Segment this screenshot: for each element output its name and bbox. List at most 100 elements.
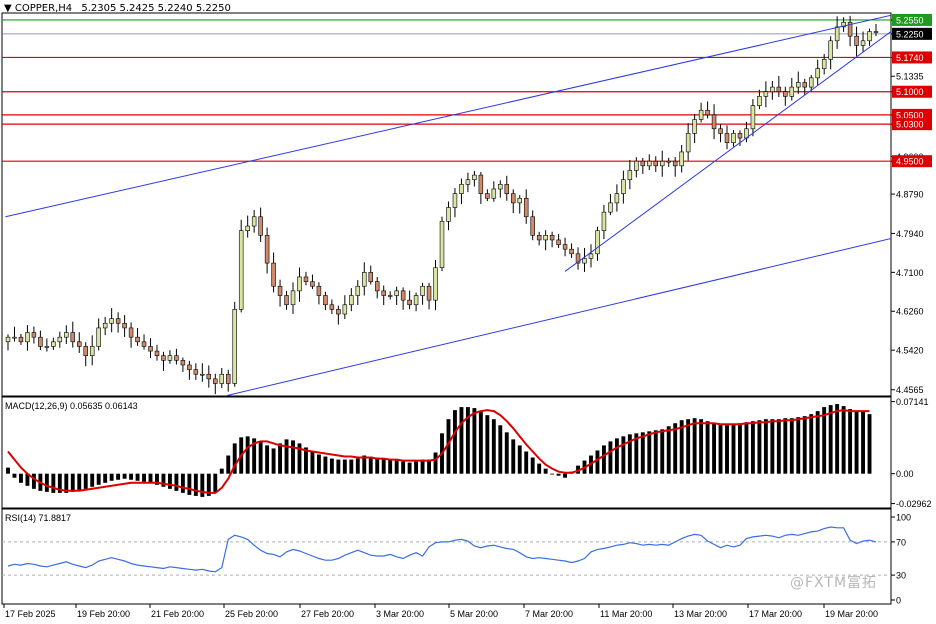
price-candle (310, 281, 315, 287)
price-candle (627, 170, 633, 181)
rsi-axis-label: 30 (896, 571, 906, 581)
price-candle (498, 184, 503, 190)
price-candle (523, 197, 529, 218)
price-candle (601, 211, 607, 231)
price-candle (685, 133, 691, 153)
macd-histogram-bar (867, 414, 872, 474)
level-tag-label: 4.9500 (896, 157, 924, 167)
price-candle (692, 119, 697, 134)
time-axis-label: 7 Mar 20:00 (525, 609, 573, 619)
rsi-label: RSI(14) 71.8817 (5, 513, 71, 523)
macd-histogram-bar (129, 473, 134, 480)
macd-histogram-bar (375, 457, 380, 474)
rsi-pane (1, 508, 892, 605)
macd-histogram-bar (517, 445, 522, 474)
price-candle (828, 40, 833, 60)
price-candle (297, 276, 302, 292)
price-axis-label: 4.4565 (896, 385, 924, 395)
price-candle (718, 128, 723, 134)
macd-histogram-bar (219, 468, 224, 474)
price-candle (174, 355, 179, 361)
price-candle (264, 234, 270, 264)
price-candle (789, 86, 795, 97)
price-candle (413, 295, 419, 306)
macd-histogram-bar (563, 473, 568, 478)
macd-histogram-bar (135, 473, 140, 481)
macd-histogram-bar (245, 436, 250, 474)
macd-histogram-bar (420, 459, 425, 474)
trendline (5, 14, 892, 218)
trendline (564, 31, 892, 272)
macd-histogram-bar (673, 423, 678, 474)
price-candle (653, 160, 659, 167)
price-candle (167, 355, 173, 361)
time-axis-label: 21 Feb 20:00 (151, 609, 204, 619)
price-candle (141, 341, 147, 347)
ohlc-readout: 5.2305 5.2425 5.2240 5.2250 (81, 3, 231, 14)
price-candle (634, 160, 639, 171)
chart-title-bar[interactable]: ▼ COPPER,H4 5.2305 5.2425 5.2240 5.2250 (4, 3, 231, 14)
price-candle (394, 290, 399, 296)
price-candle (711, 114, 717, 130)
macd-histogram-bar (478, 411, 483, 474)
price-candle (12, 336, 17, 339)
price-candle (277, 285, 283, 296)
macd-histogram-bar (459, 407, 464, 474)
macd-histogram-bar (530, 457, 535, 474)
price-candle (511, 193, 516, 204)
price-candle (854, 35, 859, 46)
macd-histogram-bar (167, 473, 172, 489)
macd-histogram-bar (342, 459, 347, 474)
macd-histogram-bar (705, 421, 710, 474)
price-candle (867, 31, 872, 42)
price-candle (245, 225, 250, 231)
macd-histogram-bar (854, 411, 859, 474)
price-candle (206, 373, 212, 380)
price-candle (102, 322, 108, 329)
macd-histogram-bar (485, 415, 490, 474)
price-candle (122, 322, 127, 329)
macd-histogram-bar (809, 414, 814, 474)
macd-histogram-bar (51, 473, 56, 493)
macd-histogram-bar (660, 429, 665, 474)
macd-histogram-bar (835, 404, 840, 474)
menu-arrow-icon[interactable]: ▼ (4, 3, 12, 14)
price-candle (536, 234, 542, 241)
price-candle (776, 86, 782, 93)
macd-histogram-bar (640, 432, 645, 474)
price-candle (303, 276, 309, 282)
price-candle (517, 197, 522, 204)
price-candle (25, 332, 30, 343)
macd-histogram-bar (265, 445, 270, 474)
price-candle (51, 341, 56, 347)
price-candle (679, 151, 684, 167)
price-candle (485, 193, 490, 199)
price-candle (38, 336, 43, 347)
macd-histogram-bar (148, 473, 153, 483)
macd-histogram-bar (789, 418, 794, 474)
macd-histogram-bar (828, 405, 833, 474)
price-candle (614, 193, 620, 204)
macd-histogram-bar (323, 456, 328, 474)
price-candle (433, 267, 438, 301)
price-candle (148, 346, 153, 352)
price-candle (750, 105, 756, 130)
macd-histogram-bar (258, 441, 263, 474)
macd-histogram-bar (394, 460, 399, 474)
macd-histogram-bar (349, 459, 354, 474)
macd-label: MACD(12,26,9) 0.05635 0.06143 (5, 401, 138, 411)
price-candle (672, 160, 678, 167)
level-tag-label: 5.0300 (896, 120, 924, 130)
macd-axis-label: 0.00 (896, 469, 914, 479)
macd-histogram-bar (524, 451, 529, 474)
macd-histogram-bar (310, 451, 315, 474)
rsi-line (7, 526, 877, 573)
macd-histogram-bar (621, 436, 626, 474)
price-candle (815, 68, 820, 79)
macd-histogram-bar (414, 461, 419, 474)
price-candle (329, 304, 335, 310)
macd-histogram-bar (271, 448, 276, 474)
price-candle (608, 202, 613, 213)
macd-histogram-bar (116, 473, 121, 480)
price-candle (569, 248, 574, 255)
